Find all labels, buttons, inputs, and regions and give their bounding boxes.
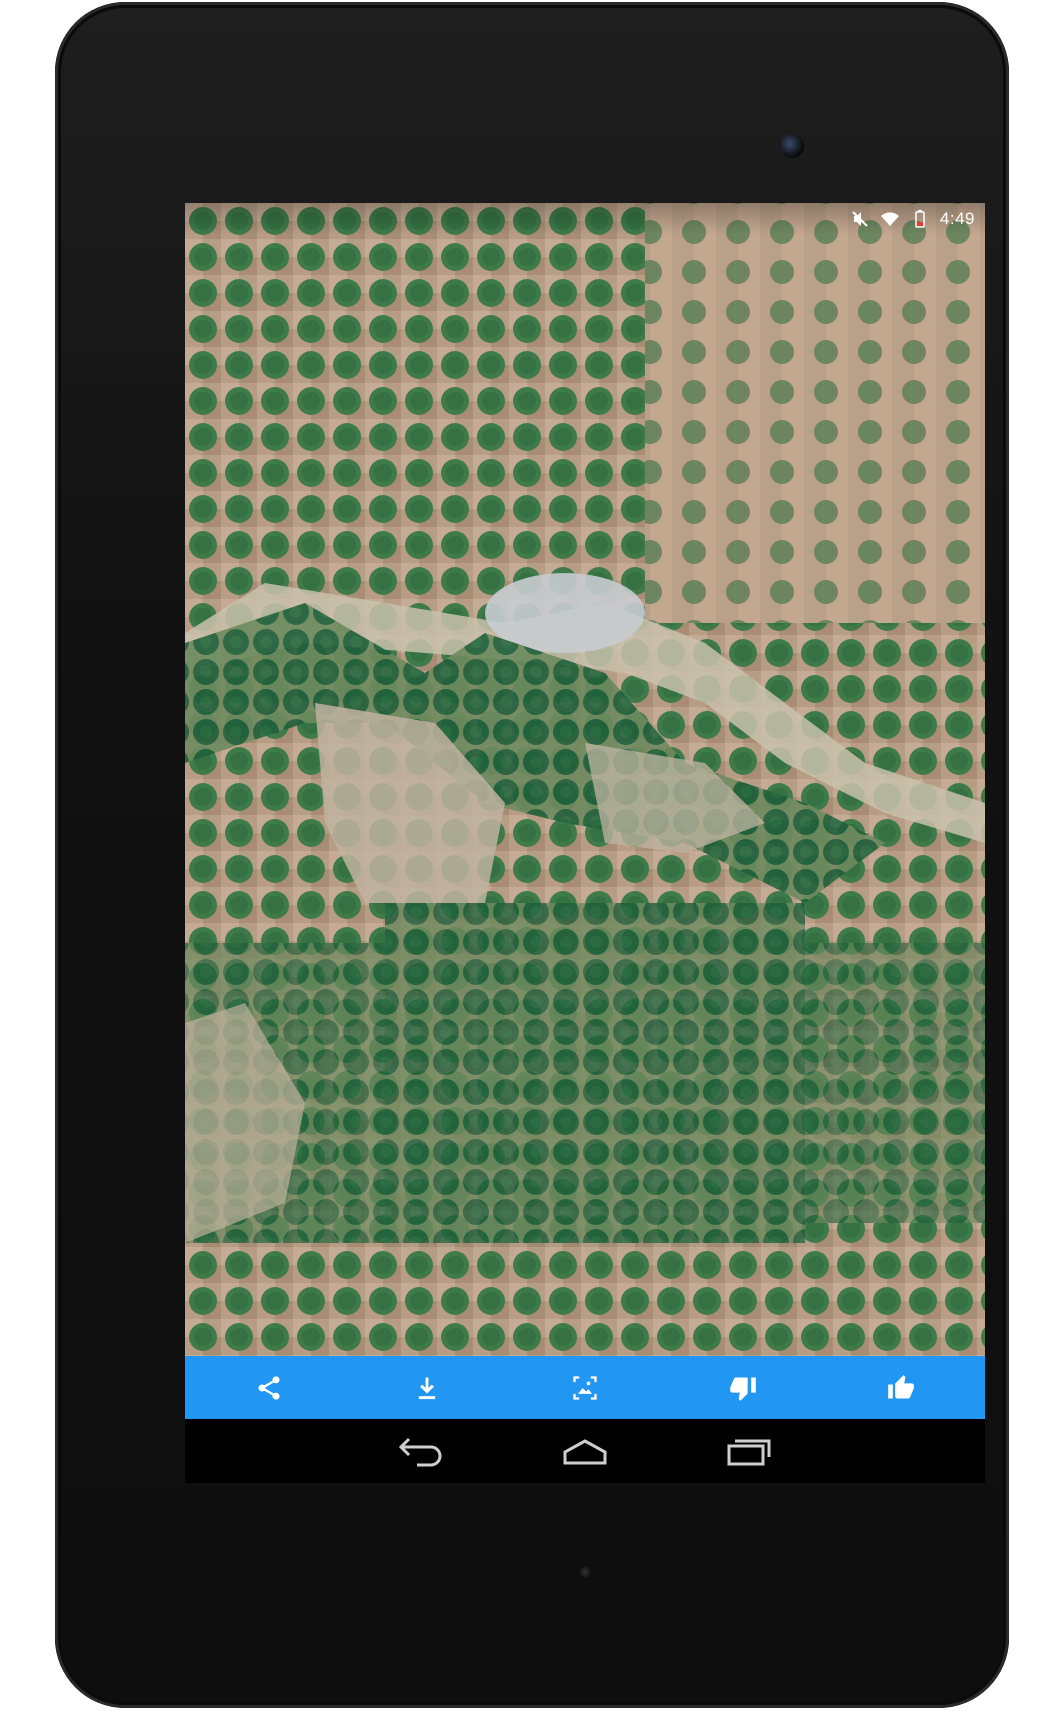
system-navigation-bar bbox=[185, 1419, 985, 1483]
recents-button[interactable] bbox=[717, 1423, 781, 1479]
wifi-icon bbox=[880, 209, 900, 229]
tablet-device: 4:49 bbox=[55, 2, 1009, 1708]
wallpaper-action-bar bbox=[185, 1356, 985, 1419]
thumbs-down-icon bbox=[730, 1377, 756, 1401]
light-sensor bbox=[579, 1566, 591, 1578]
set-wallpaper-icon bbox=[573, 1375, 597, 1400]
battery-low-icon bbox=[910, 209, 930, 229]
share-button[interactable] bbox=[245, 1364, 293, 1412]
status-time: 4:49 bbox=[939, 209, 975, 228]
share-icon bbox=[258, 1375, 280, 1400]
home-button[interactable] bbox=[553, 1423, 617, 1479]
like-button[interactable] bbox=[877, 1364, 925, 1412]
status-bar: 4:49 bbox=[185, 203, 985, 235]
set-wallpaper-button[interactable] bbox=[561, 1364, 609, 1412]
satellite-wallpaper-image bbox=[185, 203, 985, 1356]
mute-icon bbox=[850, 209, 870, 229]
back-icon bbox=[398, 1437, 442, 1467]
download-button[interactable] bbox=[403, 1364, 451, 1412]
home-icon bbox=[563, 1439, 607, 1465]
screen: 4:49 bbox=[185, 203, 985, 1483]
dislike-button[interactable] bbox=[719, 1364, 767, 1412]
front-camera bbox=[780, 134, 804, 158]
back-button[interactable] bbox=[389, 1423, 453, 1479]
download-icon bbox=[418, 1377, 436, 1399]
recents-icon bbox=[727, 1439, 771, 1466]
thumbs-up-icon bbox=[888, 1374, 914, 1398]
